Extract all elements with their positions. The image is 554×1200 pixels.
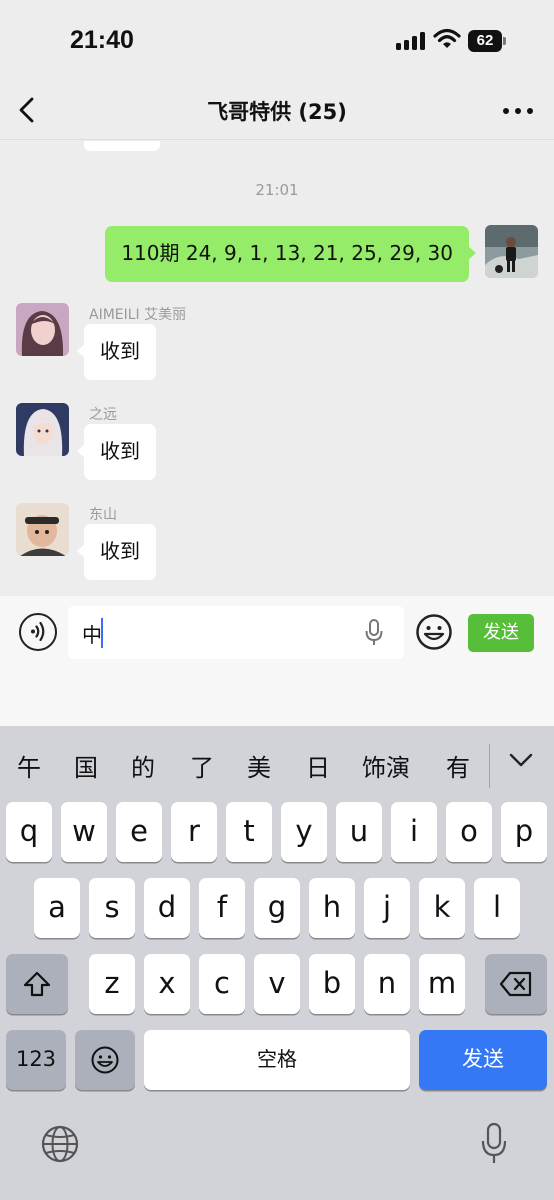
candidate-bar: 午 国 的 了 美 日 饰演 有 — [0, 726, 554, 804]
message-input-value: 中 — [82, 623, 102, 647]
sender-name: 东山 — [89, 507, 117, 523]
input-bar: 中 发送 — [0, 596, 554, 726]
emoji-icon — [91, 1046, 119, 1074]
send-button[interactable]: 发送 — [468, 614, 534, 652]
candidate-word[interactable]: 的 — [131, 748, 155, 783]
chevron-down-icon[interactable] — [508, 752, 534, 768]
keyboard-bottom-bar — [0, 1116, 554, 1200]
emoji-icon[interactable] — [415, 613, 453, 651]
chat-header: 飞哥特供 (25) — [0, 80, 554, 140]
key-l[interactable]: l — [474, 878, 520, 938]
key-b[interactable]: b — [309, 954, 355, 1014]
more-dots-icon[interactable] — [503, 108, 533, 114]
message-input[interactable]: 中 — [68, 606, 404, 659]
sender-name: AIMEILI 艾美丽 — [89, 307, 187, 323]
my-avatar[interactable] — [485, 225, 538, 278]
key-k[interactable]: k — [419, 878, 465, 938]
key-x[interactable]: x — [144, 954, 190, 1014]
microphone-icon[interactable] — [364, 618, 384, 648]
incoming-message[interactable]: 收到 — [77, 324, 156, 380]
candidate-word[interactable]: 日 — [306, 748, 330, 783]
space-key[interactable]: 空格 — [144, 1030, 410, 1090]
key-i[interactable]: i — [391, 802, 437, 862]
message-timestamp: 21:01 — [255, 181, 299, 199]
key-h[interactable]: h — [309, 878, 355, 938]
battery-level: 62 — [476, 32, 494, 49]
microphone-icon[interactable] — [480, 1122, 508, 1166]
key-v[interactable]: v — [254, 954, 300, 1014]
key-w[interactable]: w — [61, 802, 107, 862]
key-o[interactable]: o — [446, 802, 492, 862]
sender-name: 之远 — [89, 407, 117, 423]
voice-icon[interactable] — [19, 613, 57, 651]
text-caret — [101, 618, 103, 648]
numbers-key[interactable]: 123 — [6, 1030, 66, 1090]
delete-icon — [499, 971, 532, 997]
keyboard: 午 国 的 了 美 日 饰演 有 q w e r t y u i o p a s… — [0, 726, 554, 1200]
avatar[interactable] — [16, 503, 69, 556]
key-n[interactable]: n — [364, 954, 410, 1014]
key-g[interactable]: g — [254, 878, 300, 938]
key-t[interactable]: t — [226, 802, 272, 862]
candidate-word[interactable]: 美 — [247, 748, 271, 783]
avatar[interactable] — [16, 303, 69, 356]
shift-icon — [23, 971, 51, 997]
candidate-word[interactable]: 饰演 — [362, 748, 410, 783]
message-list[interactable]: 21:01 110期 24, 9, 1, 13, 21, 25, 29, 30 … — [0, 141, 554, 596]
wifi-icon — [433, 28, 461, 48]
key-q[interactable]: q — [6, 802, 52, 862]
battery-icon: 62 — [468, 30, 506, 52]
incoming-message[interactable]: 收到 — [77, 424, 156, 480]
key-m[interactable]: m — [419, 954, 465, 1014]
message-bubble-partial — [84, 141, 160, 151]
key-e[interactable]: e — [116, 802, 162, 862]
signal-icon — [396, 32, 426, 50]
emoji-key[interactable] — [75, 1030, 135, 1090]
status-time: 21:40 — [70, 26, 134, 54]
shift-key[interactable] — [6, 954, 68, 1014]
candidate-divider — [489, 744, 490, 788]
key-j[interactable]: j — [364, 878, 410, 938]
key-r[interactable]: r — [171, 802, 217, 862]
key-u[interactable]: u — [336, 802, 382, 862]
delete-key[interactable] — [485, 954, 547, 1014]
status-bar: 21:40 62 — [0, 0, 554, 80]
key-c[interactable]: c — [199, 954, 245, 1014]
key-s[interactable]: s — [89, 878, 135, 938]
key-a[interactable]: a — [34, 878, 80, 938]
key-p[interactable]: p — [501, 802, 547, 862]
incoming-message[interactable]: 收到 — [77, 524, 156, 580]
outgoing-message[interactable]: 110期 24, 9, 1, 13, 21, 25, 29, 30 — [105, 226, 476, 282]
key-y[interactable]: y — [281, 802, 327, 862]
avatar[interactable] — [16, 403, 69, 456]
key-d[interactable]: d — [144, 878, 190, 938]
globe-icon[interactable] — [40, 1124, 80, 1164]
candidate-word[interactable]: 有 — [446, 748, 470, 783]
candidate-word[interactable]: 国 — [74, 748, 98, 783]
key-f[interactable]: f — [199, 878, 245, 938]
key-z[interactable]: z — [89, 954, 135, 1014]
page-title: 飞哥特供 (25) — [207, 100, 347, 124]
candidate-word[interactable]: 午 — [17, 748, 41, 783]
keyboard-send-button[interactable]: 发送 — [419, 1030, 547, 1090]
candidate-word[interactable]: 了 — [190, 748, 214, 783]
